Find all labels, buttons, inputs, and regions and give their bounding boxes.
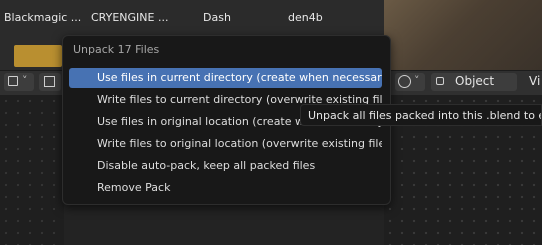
shading-button[interactable]: ˅ xyxy=(395,73,425,91)
folder-icon[interactable] xyxy=(14,45,62,67)
menu-item-write-original-location[interactable]: Write files to original location (overwr… xyxy=(69,134,382,154)
tooltip: Unpack all files packed into this .blend… xyxy=(300,104,542,126)
object-mode-label: Object xyxy=(455,74,495,88)
menu-item-disable-autopack[interactable]: Disable auto-pack, keep all packed files xyxy=(69,156,382,176)
chevron-down-icon: ˅ xyxy=(414,74,420,87)
chevron-down-icon: ˅ xyxy=(22,74,28,87)
shading-circle-icon xyxy=(398,75,411,88)
file-item-dash[interactable]: Dash xyxy=(203,11,231,24)
view-menu[interactable]: Vi xyxy=(529,74,540,88)
object-mode-dropdown[interactable]: Object xyxy=(431,73,517,91)
image-button[interactable] xyxy=(39,73,61,91)
image-preview xyxy=(384,0,542,70)
node-canvas-left[interactable] xyxy=(0,95,64,245)
editor-type-icon xyxy=(8,76,18,86)
menu-item-use-current-dir[interactable]: Use files in current directory (create w… xyxy=(69,68,382,88)
editor-type-button[interactable]: ˅ xyxy=(4,73,34,91)
menu-title: Unpack 17 Files xyxy=(73,43,160,56)
object-icon xyxy=(436,77,444,85)
file-item-cryengine[interactable]: CRYENGINE ... xyxy=(91,11,168,24)
menu-item-remove-pack[interactable]: Remove Pack xyxy=(69,178,382,198)
file-item-blackmagic[interactable]: Blackmagic ... xyxy=(4,11,81,24)
file-item-den4b[interactable]: den4b xyxy=(288,11,323,24)
image-icon xyxy=(44,76,55,87)
